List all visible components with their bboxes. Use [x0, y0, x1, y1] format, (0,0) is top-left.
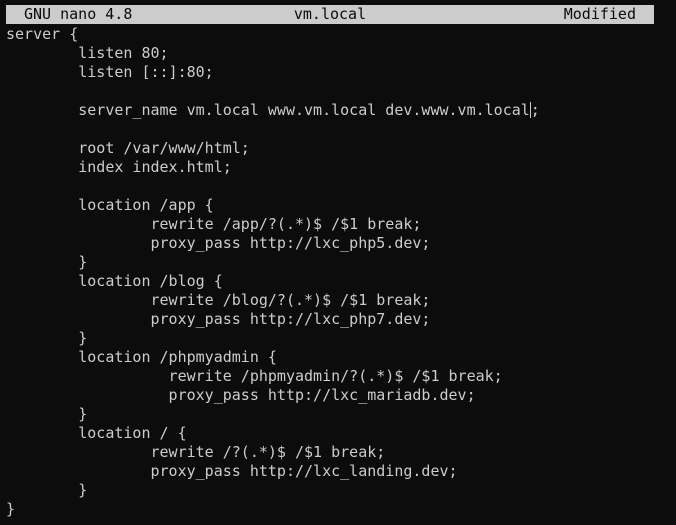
- editor-line[interactable]: rewrite /?(.*)$ /$1 break;: [6, 443, 670, 462]
- editor-line[interactable]: [6, 120, 670, 139]
- editor-line-with-cursor[interactable]: server_name vm.local www.vm.local dev.ww…: [6, 101, 670, 120]
- editor-line[interactable]: rewrite /phpmyadmin/?(.*)$ /$1 break;: [6, 367, 670, 386]
- editor-line[interactable]: proxy_pass http://lxc_php7.dev;: [6, 310, 670, 329]
- editor-line[interactable]: }: [6, 405, 670, 424]
- nano-title-bar: GNU nano 4.8 vm.local Modified: [6, 5, 654, 24]
- nano-terminal-window: GNU nano 4.8 vm.local Modified server { …: [0, 0, 676, 525]
- file-name-label: vm.local: [293, 5, 367, 23]
- editor-line[interactable]: root /var/www/html;: [6, 139, 670, 158]
- cursor-char[interactable]: ;: [531, 101, 540, 119]
- editor-line[interactable]: location /blog {: [6, 272, 670, 291]
- editor-line[interactable]: }: [6, 329, 670, 348]
- editor-line[interactable]: listen 80;: [6, 44, 670, 63]
- editor-line[interactable]: proxy_pass http://lxc_php5.dev;: [6, 234, 670, 253]
- editor-line[interactable]: rewrite /blog/?(.*)$ /$1 break;: [6, 291, 670, 310]
- editor-line[interactable]: }: [6, 481, 670, 500]
- editor-line[interactable]: location /phpmyadmin {: [6, 348, 670, 367]
- editor-line[interactable]: server {: [6, 25, 670, 44]
- editor-line[interactable]: proxy_pass http://lxc_mariadb.dev;: [6, 386, 670, 405]
- editor-line[interactable]: proxy_pass http://lxc_landing.dev;: [6, 462, 670, 481]
- editor-line[interactable]: [6, 177, 670, 196]
- editor-line[interactable]: location / {: [6, 424, 670, 443]
- editor-line[interactable]: }: [6, 500, 670, 519]
- editor-line[interactable]: listen [::]:80;: [6, 63, 670, 82]
- editor-line[interactable]: }: [6, 253, 670, 272]
- editor-line[interactable]: index index.html;: [6, 158, 670, 177]
- editor-line[interactable]: rewrite /app/?(.*)$ /$1 break;: [6, 215, 670, 234]
- modified-status-label: Modified: [563, 5, 636, 23]
- editor-line[interactable]: location /app {: [6, 196, 670, 215]
- editor-line-text[interactable]: server_name vm.local www.vm.local dev.ww…: [6, 101, 530, 119]
- text-editor-area[interactable]: server { listen 80; listen [::]:80; serv…: [6, 25, 670, 519]
- editor-line[interactable]: [6, 82, 670, 101]
